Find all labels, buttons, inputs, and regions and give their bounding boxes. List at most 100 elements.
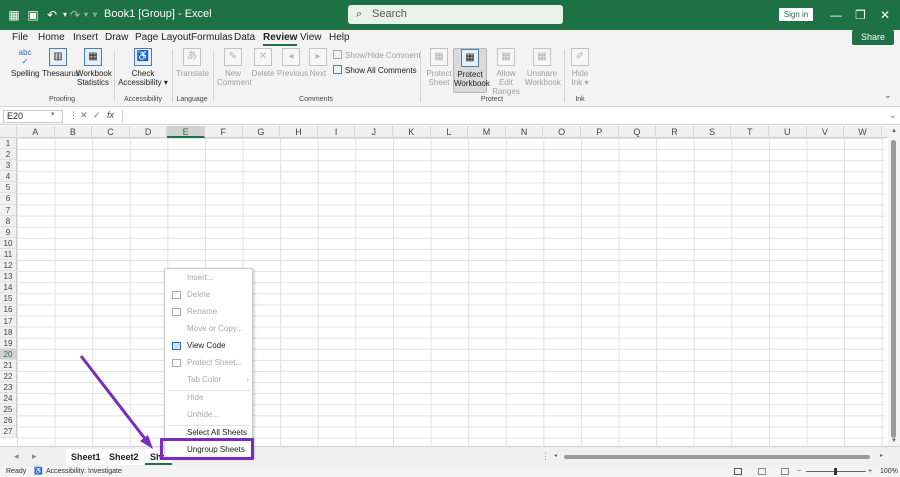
zoom-out-icon[interactable]: − [797,466,801,477]
save-icon[interactable]: ▣ [27,7,39,23]
row-header[interactable]: 15 [0,293,16,305]
tab-insert[interactable]: Insert [73,32,98,44]
redo-icon[interactable]: ↷ [68,7,82,23]
column-header[interactable]: U [769,126,807,138]
row-header[interactable]: 16 [0,304,16,316]
horizontal-scroll-thumb[interactable] [564,455,870,459]
menu-item-hide[interactable]: Hide [165,390,254,406]
row-header[interactable]: 25 [0,404,16,416]
row-header[interactable]: 26 [0,415,16,427]
name-box-dropdown-icon[interactable]: ▾ [51,110,55,118]
row-header[interactable]: 3 [0,160,16,172]
column-header[interactable]: K [393,126,431,138]
page-break-view-icon[interactable] [781,468,789,475]
row-header[interactable]: 9 [0,227,16,238]
row-header[interactable]: 21 [0,360,16,371]
spelling-button[interactable]: abc ✓ Spelling [11,48,39,78]
vertical-scrollbar[interactable]: ▲ ▼ [888,126,900,446]
row-header[interactable]: 8 [0,216,16,227]
menu-item-view-code[interactable]: View Code [165,338,254,354]
row-header-active[interactable]: 20 [0,348,16,360]
row-header[interactable]: 17 [0,316,16,327]
column-header-active[interactable]: E [167,126,205,138]
tab-home[interactable]: Home [38,32,65,44]
customize-toolbar-icon[interactable]: ▿ [91,7,99,23]
undo-icon[interactable]: ↶ [45,7,59,23]
tab-page-layout[interactable]: Page Layout [135,32,191,44]
column-header[interactable]: T [731,126,769,138]
hide-ink-button[interactable]: ✐ Hide Ink ▾ [568,48,592,87]
show-all-comments-button[interactable]: Show All Comments [333,65,417,76]
sheet-tab-sheet1[interactable]: Sheet1 [66,449,106,465]
row-header[interactable]: 12 [0,260,16,272]
check-accessibility-button[interactable]: ♿ Check Accessibility ▾ [118,48,168,87]
row-header[interactable]: 2 [0,149,16,161]
column-header[interactable]: D [130,126,168,138]
next-comment-button[interactable]: ▸ Next [307,48,329,78]
enter-icon[interactable]: ✓ [93,110,101,121]
column-header[interactable]: C [92,126,130,138]
protect-workbook-button[interactable]: ▦ Protect Workbook [453,48,490,93]
search-box[interactable]: ⌕ Search [348,5,563,24]
select-all-corner[interactable] [0,126,17,138]
insert-function-icon[interactable]: fx [107,110,114,120]
more-options-icon[interactable]: ⋮ [541,451,550,462]
delete-comment-button[interactable]: ✕ Delete [251,48,275,78]
allow-edit-ranges-button[interactable]: ▦ Allow Edit Ranges [489,48,523,96]
tab-file[interactable]: File [12,32,28,44]
translate-button[interactable]: あ Translate [176,48,209,78]
new-comment-button[interactable]: ✎ New Comment [217,48,252,87]
column-header[interactable]: O [543,126,581,138]
scroll-up-icon[interactable]: ▲ [891,128,897,134]
row-header[interactable]: 19 [0,338,16,349]
row-header[interactable]: 14 [0,282,16,294]
column-header[interactable]: G [243,126,281,138]
scroll-right-icon[interactable]: ▸ [880,452,883,459]
thesaurus-button[interactable]: ▥ Thesaurus [42,48,80,78]
row-header[interactable]: 22 [0,371,16,383]
next-sheet-icon[interactable]: ▸ [32,451,37,462]
row-header[interactable]: 24 [0,393,16,405]
row-header[interactable]: 4 [0,171,16,183]
column-header[interactable]: H [280,126,318,138]
sign-in-button[interactable]: Sign in [779,8,813,21]
row-header[interactable]: 7 [0,205,16,216]
column-header[interactable]: M [468,126,506,138]
unshare-workbook-button[interactable]: ▦ Unshare Workbook [525,48,561,87]
page-layout-view-icon[interactable] [758,468,766,475]
menu-item-delete[interactable]: Delete [165,287,254,303]
column-header[interactable]: I [318,126,356,138]
column-header[interactable]: R [656,126,694,138]
tab-help[interactable]: Help [329,32,350,44]
accessibility-status[interactable]: Accessibility: Investigate [46,466,122,477]
close-icon[interactable]: ✕ [880,7,890,23]
zoom-in-icon[interactable]: + [868,466,872,477]
column-header[interactable]: A [17,126,55,138]
row-header[interactable]: 18 [0,327,16,338]
column-header[interactable]: S [694,126,732,138]
normal-view-icon[interactable] [734,468,742,475]
minimize-icon[interactable]: — [830,7,842,23]
horizontal-scrollbar[interactable]: ◂ ▸ [554,452,886,460]
show-hide-comment-button[interactable]: Show/Hide Comment [333,50,421,61]
menu-item-unhide[interactable]: Unhide... [165,407,254,423]
protect-sheet-button[interactable]: ▦ Protect Sheet [425,48,453,87]
tab-draw[interactable]: Draw [105,32,128,44]
tab-view[interactable]: View [300,32,322,44]
expand-formula-bar-icon[interactable]: ⌄ [889,110,897,121]
row-header[interactable]: 13 [0,271,16,283]
zoom-slider-thumb[interactable] [834,468,837,475]
scroll-down-icon[interactable]: ▼ [891,438,897,444]
vertical-scroll-thumb[interactable] [891,140,896,438]
cell-grid[interactable] [17,138,885,446]
formula-input[interactable] [122,110,886,123]
redo-dropdown-icon[interactable]: ▾ [82,7,90,23]
column-header[interactable]: F [205,126,243,138]
restore-icon[interactable]: ❐ [855,7,866,23]
row-header[interactable]: 1 [0,138,16,150]
column-header[interactable]: N [506,126,544,138]
column-header[interactable]: W [844,126,882,138]
row-header[interactable]: 10 [0,238,16,249]
scroll-left-icon[interactable]: ◂ [554,452,557,459]
menu-item-rename[interactable]: Rename [165,304,254,320]
